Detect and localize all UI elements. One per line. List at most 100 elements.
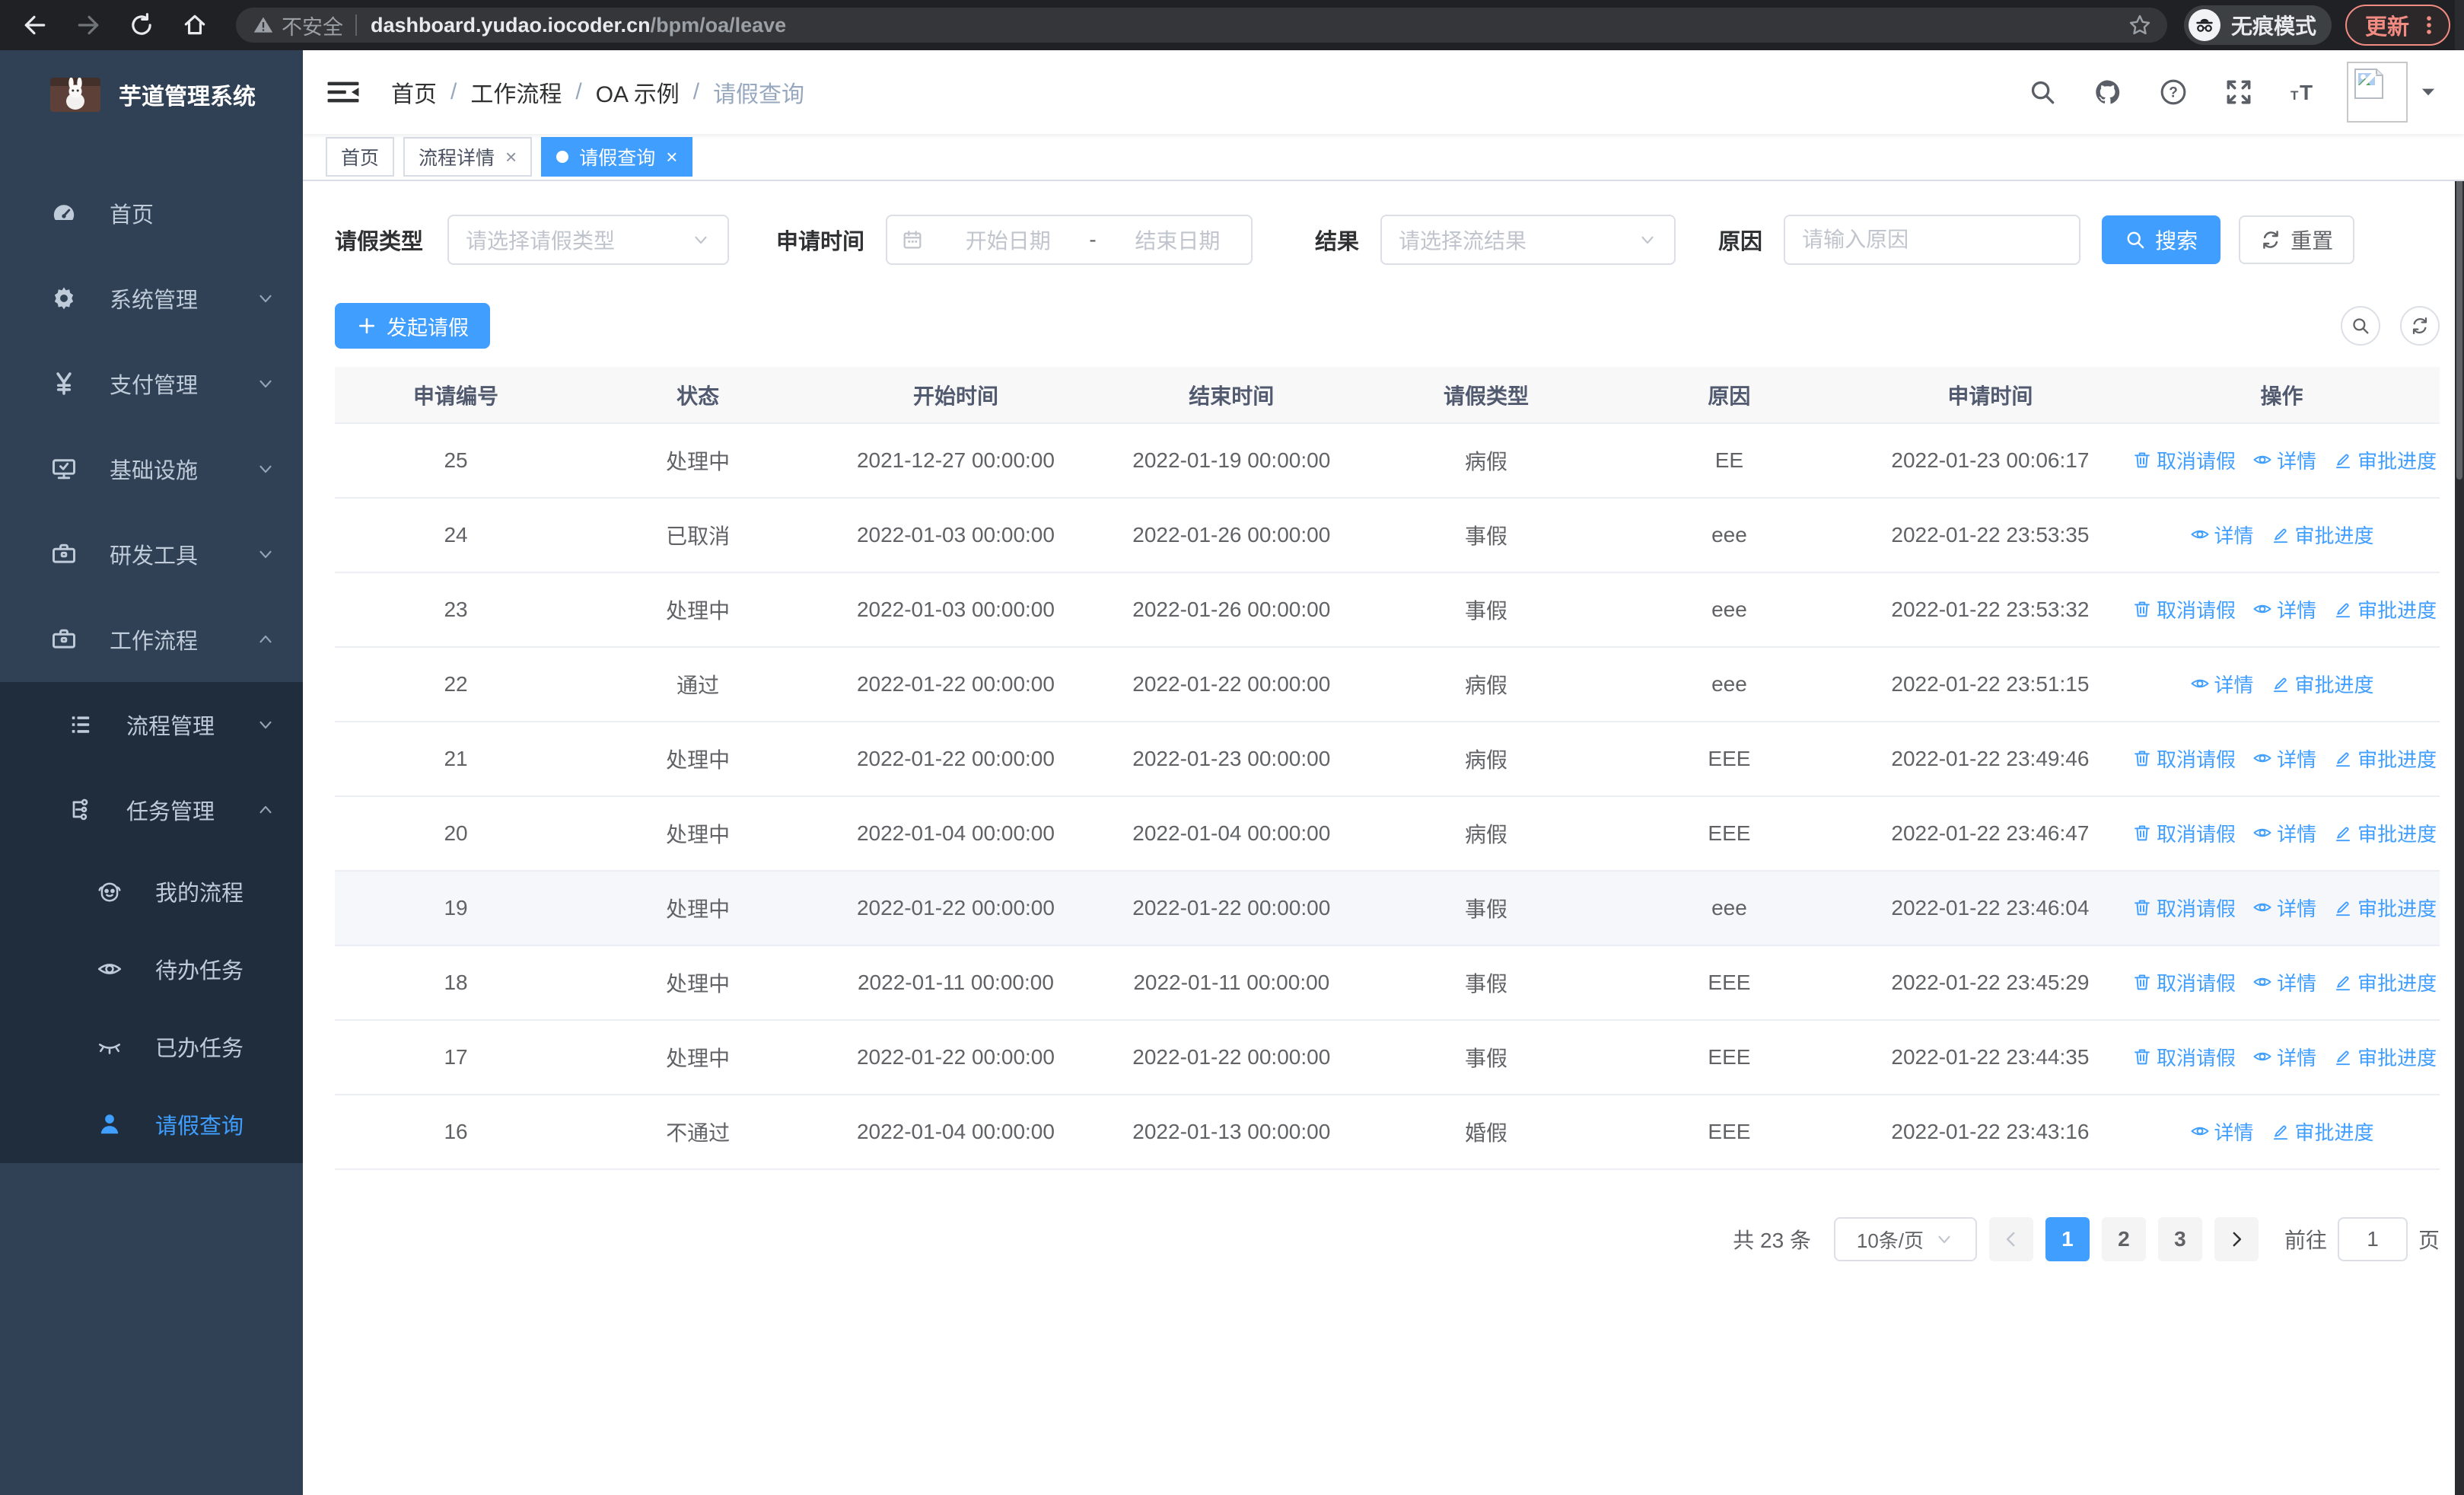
sidebar-item-工作流程[interactable]: 工作流程 (0, 597, 303, 682)
page-button-1[interactable]: 1 (2045, 1217, 2090, 1261)
action-detail[interactable]: 详情 (2252, 894, 2316, 922)
toggle-search-button[interactable] (2341, 306, 2380, 346)
sidebar-item-待办任务[interactable]: 待办任务 (0, 930, 303, 1008)
create-leave-button[interactable]: 发起请假 (335, 303, 490, 349)
scrollbar[interactable] (2455, 0, 2464, 1495)
sidebar-item-流程管理[interactable]: 流程管理 (0, 682, 303, 767)
table-row[interactable]: 19 处理中 2022-01-22 00:00:00 2022-01-22 00… (335, 871, 2440, 946)
sidebar-item-我的流程[interactable]: 我的流程 (0, 853, 303, 930)
leave-type-select[interactable]: 请选择请假类型 (447, 215, 730, 265)
table-row[interactable]: 25 处理中 2021-12-27 00:00:00 2022-01-19 00… (335, 423, 2440, 499)
refresh-table-button[interactable] (2400, 306, 2440, 346)
sidebar-item-已办任务[interactable]: 已办任务 (0, 1008, 303, 1085)
edit-icon (2271, 1121, 2291, 1141)
chevron-up-icon (256, 800, 275, 820)
browser-menu-icon[interactable] (2415, 11, 2443, 39)
action-detail[interactable]: 详情 (2252, 968, 2316, 996)
table-row[interactable]: 16 不通过 2022-01-04 00:00:00 2022-01-13 00… (335, 1095, 2440, 1170)
goto-page-input[interactable] (2337, 1217, 2408, 1261)
action-progress[interactable]: 审批进度 (2333, 595, 2437, 623)
logo-image (50, 77, 100, 112)
tab-请假查询[interactable]: 请假查询 × (541, 137, 693, 177)
caret-down-icon[interactable] (2418, 82, 2438, 102)
help-icon[interactable]: ? (2157, 75, 2190, 109)
table-row[interactable]: 20 处理中 2022-01-04 00:00:00 2022-01-04 00… (335, 796, 2440, 872)
tab-流程详情[interactable]: 流程详情 × (403, 137, 533, 177)
cell-end: 2022-01-04 00:00:00 (1092, 796, 1370, 872)
action-cancel[interactable]: 取消请假 (2132, 595, 2236, 623)
table-row[interactable]: 18 处理中 2022-01-11 00:00:00 2022-01-11 00… (335, 945, 2440, 1021)
cell-id: 17 (335, 1020, 578, 1095)
action-detail[interactable]: 详情 (2252, 1043, 2316, 1071)
action-detail[interactable]: 详情 (2252, 744, 2316, 773)
action-progress[interactable]: 审批进度 (2333, 819, 2437, 847)
forward-icon[interactable] (73, 10, 103, 40)
result-select[interactable]: 请选择流结果 (1380, 215, 1676, 265)
breadcrumb-item[interactable]: 首页 (391, 75, 437, 109)
action-cancel[interactable]: 取消请假 (2132, 819, 2236, 847)
sidebar-collapse-icon[interactable] (326, 76, 361, 108)
action-cancel[interactable]: 取消请假 (2132, 1043, 2236, 1071)
sidebar-item-首页[interactable]: 首页 (0, 171, 303, 256)
table-row[interactable]: 23 处理中 2022-01-03 00:00:00 2022-01-26 00… (335, 572, 2440, 648)
action-detail[interactable]: 详情 (2252, 595, 2316, 623)
reload-icon[interactable] (126, 10, 157, 40)
action-cancel[interactable]: 取消请假 (2132, 744, 2236, 773)
action-detail[interactable]: 详情 (2252, 446, 2316, 474)
table-row[interactable]: 22 通过 2022-01-22 00:00:00 2022-01-22 00:… (335, 647, 2440, 722)
tab-close-icon[interactable]: × (505, 147, 517, 167)
action-label: 详情 (2277, 1046, 2317, 1069)
action-detail[interactable]: 详情 (2190, 670, 2254, 698)
avatar[interactable] (2347, 62, 2408, 123)
action-progress[interactable]: 审批进度 (2271, 521, 2374, 549)
home-icon[interactable] (180, 10, 210, 40)
sidebar-item-基础设施[interactable]: 基础设施 (0, 426, 303, 512)
date-range-picker[interactable]: 开始日期 - 结束日期 (886, 215, 1253, 265)
page-button-2[interactable]: 2 (2101, 1217, 2146, 1261)
action-progress[interactable]: 审批进度 (2333, 1043, 2437, 1071)
search-icon[interactable] (2026, 75, 2059, 109)
browser-update-button[interactable]: 更新 (2345, 5, 2450, 46)
action-progress[interactable]: 审批进度 (2333, 968, 2437, 996)
action-detail[interactable]: 详情 (2252, 819, 2316, 847)
tab-首页[interactable]: 首页 (326, 137, 395, 177)
action-progress[interactable]: 审批进度 (2333, 744, 2437, 773)
breadcrumb-item[interactable]: OA 示例 (596, 75, 680, 109)
eye-icon (2190, 1121, 2210, 1141)
action-cancel[interactable]: 取消请假 (2132, 968, 2236, 996)
address-bar[interactable]: 不安全 dashboard.yudao.iocoder.cn /bpm/oa/l… (236, 8, 2167, 43)
action-cancel[interactable]: 取消请假 (2132, 894, 2236, 922)
github-icon[interactable] (2091, 75, 2125, 109)
chevron-down-icon (256, 715, 275, 735)
sidebar-item-系统管理[interactable]: 系统管理 (0, 256, 303, 341)
fullscreen-icon[interactable] (2222, 75, 2255, 109)
action-progress[interactable]: 审批进度 (2333, 446, 2437, 474)
font-size-icon[interactable]: TT (2287, 75, 2321, 109)
search-button[interactable]: 搜索 (2102, 215, 2221, 264)
sidebar-item-支付管理[interactable]: 支付管理 (0, 341, 303, 426)
table-row[interactable]: 21 处理中 2022-01-22 00:00:00 2022-01-23 00… (335, 722, 2440, 797)
table-row[interactable]: 24 已取消 2022-01-03 00:00:00 2022-01-26 00… (335, 498, 2440, 573)
breadcrumb-item[interactable]: 工作流程 (470, 75, 562, 109)
tab-close-icon[interactable]: × (666, 147, 677, 167)
next-page-button[interactable] (2214, 1217, 2259, 1261)
reset-button[interactable]: 重置 (2239, 215, 2355, 264)
action-progress[interactable]: 审批进度 (2271, 670, 2374, 698)
sidebar-item-研发工具[interactable]: 研发工具 (0, 512, 303, 597)
page-button-3[interactable]: 3 (2157, 1217, 2202, 1261)
action-progress[interactable]: 审批进度 (2333, 894, 2437, 922)
sidebar-item-任务管理[interactable]: 任务管理 (0, 767, 303, 853)
prev-page-button[interactable] (1988, 1217, 2033, 1261)
page-size-select[interactable]: 10条/页 (1833, 1217, 1977, 1261)
back-icon[interactable] (20, 10, 50, 40)
action-label: 审批进度 (2294, 1120, 2374, 1144)
action-detail[interactable]: 详情 (2190, 521, 2254, 549)
action-detail[interactable]: 详情 (2190, 1117, 2254, 1146)
table-row[interactable]: 17 处理中 2022-01-22 00:00:00 2022-01-22 00… (335, 1020, 2440, 1095)
action-progress[interactable]: 审批进度 (2271, 1117, 2374, 1146)
reason-input[interactable] (1785, 228, 2080, 252)
action-cancel[interactable]: 取消请假 (2132, 446, 2236, 474)
bookmark-star-icon[interactable] (2128, 13, 2152, 37)
action-label: 审批进度 (2357, 897, 2437, 920)
sidebar-item-请假查询[interactable]: 请假查询 (0, 1085, 303, 1163)
